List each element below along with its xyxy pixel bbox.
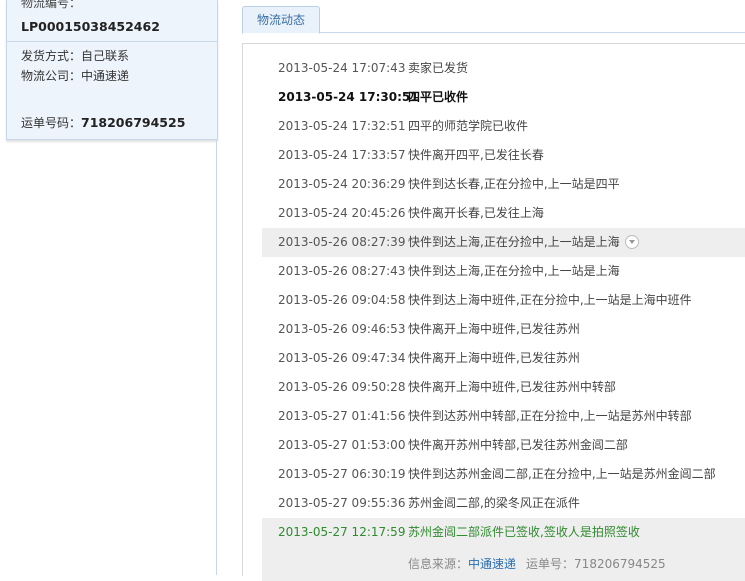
event-time: 2013-05-26 09:04:58 — [278, 293, 406, 307]
event-time: 2013-05-24 17:30:51 — [278, 90, 419, 104]
tracking-event: 2013-05-26 09:50:28 快件离开上海中班件,已发往苏州中转部 — [262, 373, 745, 402]
tracking-event: 2013-05-24 17:32:51 四平的师范学院已收件 — [262, 112, 745, 141]
waybill-row: 运单号码：718206794525 — [21, 114, 185, 131]
event-desc: 快件离开上海中班件,已发往苏州 — [408, 351, 580, 365]
shipment-number-value: LP00015038452462 — [21, 19, 160, 34]
tracking-event: 2013-05-26 09:46:53 快件离开上海中班件,已发往苏州 — [262, 315, 745, 344]
shipment-info-panel: 物流编号： LP00015038452462 发货方式：自己联系 物流公司：中通… — [6, 0, 218, 140]
event-time: 2013-05-24 20:36:29 — [278, 177, 406, 191]
tracking-event: 2013-05-26 09:04:58 快件到达上海中班件,正在分捡中,上一站是上… — [262, 286, 745, 315]
delivery-method-label: 发货方式： — [21, 49, 82, 63]
event-desc: 四平的师范学院已收件 — [408, 119, 529, 133]
event-desc: 快件离开苏州中转部,已发往苏州金阊二部 — [408, 438, 628, 452]
tracking-event: 2013-05-24 17:07:43 卖家已发货 — [262, 54, 745, 83]
event-desc: 快件到达上海,正在分捡中,上一站是上海 — [408, 228, 639, 257]
tab-logistics-updates[interactable]: 物流动态 — [242, 6, 320, 34]
info-source-row: 信息来源：中通速递 运单号：718206794525 — [262, 547, 745, 581]
waybill-label: 运单号码： — [21, 116, 82, 130]
tracking-event: 2013-05-24 17:33:57 快件离开四平,已发往长春 — [262, 141, 745, 170]
tracking-event: 2013-05-27 09:55:36 苏州金阊二部,的梁冬风正在派件 — [262, 489, 745, 518]
tracking-event: 2013-05-26 09:47:34 快件离开上海中班件,已发往苏州 — [262, 344, 745, 373]
event-desc: 苏州金阊二部,的梁冬风正在派件 — [408, 496, 580, 510]
event-time: 2013-05-26 08:27:43 — [278, 264, 406, 278]
source-waybill-value: 718206794525 — [574, 557, 666, 571]
event-time: 2013-05-26 09:50:28 — [278, 380, 406, 394]
event-desc: 卖家已发货 — [408, 61, 469, 75]
left-divider — [216, 139, 217, 575]
waybill-value: 718206794525 — [81, 115, 186, 130]
event-desc: 快件离开上海中班件,已发往苏州 — [408, 322, 580, 336]
event-time: 2013-05-27 12:17:59 — [278, 525, 406, 539]
tracking-event[interactable]: 2013-05-26 08:27:39 快件到达上海,正在分捡中,上一站是上海 — [262, 228, 745, 257]
event-time: 2013-05-27 06:30:19 — [278, 467, 406, 481]
event-desc: 快件到达上海,正在分捡中,上一站是上海 — [408, 264, 620, 278]
event-desc: 快件到达苏州中转部,正在分捡中,上一站是苏州中转部 — [408, 409, 692, 423]
event-time: 2013-05-24 17:07:43 — [278, 61, 406, 75]
event-time: 2013-05-27 01:53:00 — [278, 438, 406, 452]
delivery-method-value: 自己联系 — [81, 49, 130, 63]
logistics-company-row: 物流公司：中通速递 — [21, 67, 129, 84]
event-desc: 四平已收件 — [408, 90, 469, 104]
tracking-event: 2013-05-26 08:27:43 快件到达上海,正在分捡中,上一站是上海 — [262, 257, 745, 286]
event-time: 2013-05-24 20:45:26 — [278, 206, 406, 220]
event-desc: 快件离开四平,已发往长春 — [408, 148, 544, 162]
info-source: 信息来源：中通速递 运单号：718206794525 — [408, 547, 666, 581]
tracking-event: 2013-05-24 17:30:51 四平已收件 — [262, 83, 745, 112]
event-time: 2013-05-27 01:41:56 — [278, 409, 406, 423]
event-time: 2013-05-26 08:27:39 — [278, 235, 406, 249]
tracking-event: 2013-05-27 06:30:19 快件到达苏州金阊二部,正在分捡中,上一站是… — [262, 460, 745, 489]
event-desc: 苏州金阊二部派件已签收,签收人是拍照签收 — [408, 525, 640, 539]
event-desc: 快件离开长春,已发往上海 — [408, 206, 544, 220]
event-desc: 快件到达长春,正在分捡中,上一站是四平 — [408, 177, 620, 191]
logistics-company-label: 物流公司： — [21, 69, 82, 83]
event-desc: 快件到达上海中班件,正在分捡中,上一站是上海中班件 — [408, 293, 692, 307]
event-desc-text: 快件到达上海,正在分捡中,上一站是上海 — [408, 235, 620, 249]
event-time: 2013-05-26 09:46:53 — [278, 322, 406, 336]
tracking-event: 2013-05-24 20:45:26 快件离开长春,已发往上海 — [262, 199, 745, 228]
tracking-event-final: 2013-05-27 12:17:59 苏州金阊二部派件已签收,签收人是拍照签收 — [262, 518, 745, 547]
info-source-label: 信息来源： — [408, 557, 469, 571]
shipment-number-label: 物流编号： — [21, 0, 82, 10]
event-time: 2013-05-26 09:47:34 — [278, 351, 406, 365]
event-time: 2013-05-27 09:55:36 — [278, 496, 406, 510]
shipment-number-section: 物流编号： LP00015038452462 — [7, 0, 217, 42]
info-source-company-link[interactable]: 中通速递 — [468, 557, 516, 571]
chevron-down-icon[interactable] — [624, 234, 639, 249]
tracking-list: 2013-05-24 17:07:43 卖家已发货 2013-05-24 17:3… — [262, 54, 745, 581]
logistics-company-value: 中通速递 — [81, 69, 130, 83]
event-desc: 快件到达苏州金阊二部,正在分捡中,上一站是苏州金阊二部 — [408, 467, 716, 481]
tracking-event: 2013-05-24 20:36:29 快件到达长春,正在分捡中,上一站是四平 — [262, 170, 745, 199]
event-desc: 快件离开上海中班件,已发往苏州中转部 — [408, 380, 616, 394]
delivery-method-row: 发货方式：自己联系 — [21, 47, 129, 64]
tracking-panel: 2013-05-24 17:07:43 卖家已发货 2013-05-24 17:3… — [242, 43, 745, 581]
event-time: 2013-05-24 17:33:57 — [278, 148, 406, 162]
event-time: 2013-05-24 17:32:51 — [278, 119, 406, 133]
tracking-event: 2013-05-27 01:41:56 快件到达苏州中转部,正在分捡中,上一站是苏… — [262, 402, 745, 431]
source-waybill-label: 运单号： — [526, 557, 575, 571]
tracking-event: 2013-05-27 01:53:00 快件离开苏州中转部,已发往苏州金阊二部 — [262, 431, 745, 460]
